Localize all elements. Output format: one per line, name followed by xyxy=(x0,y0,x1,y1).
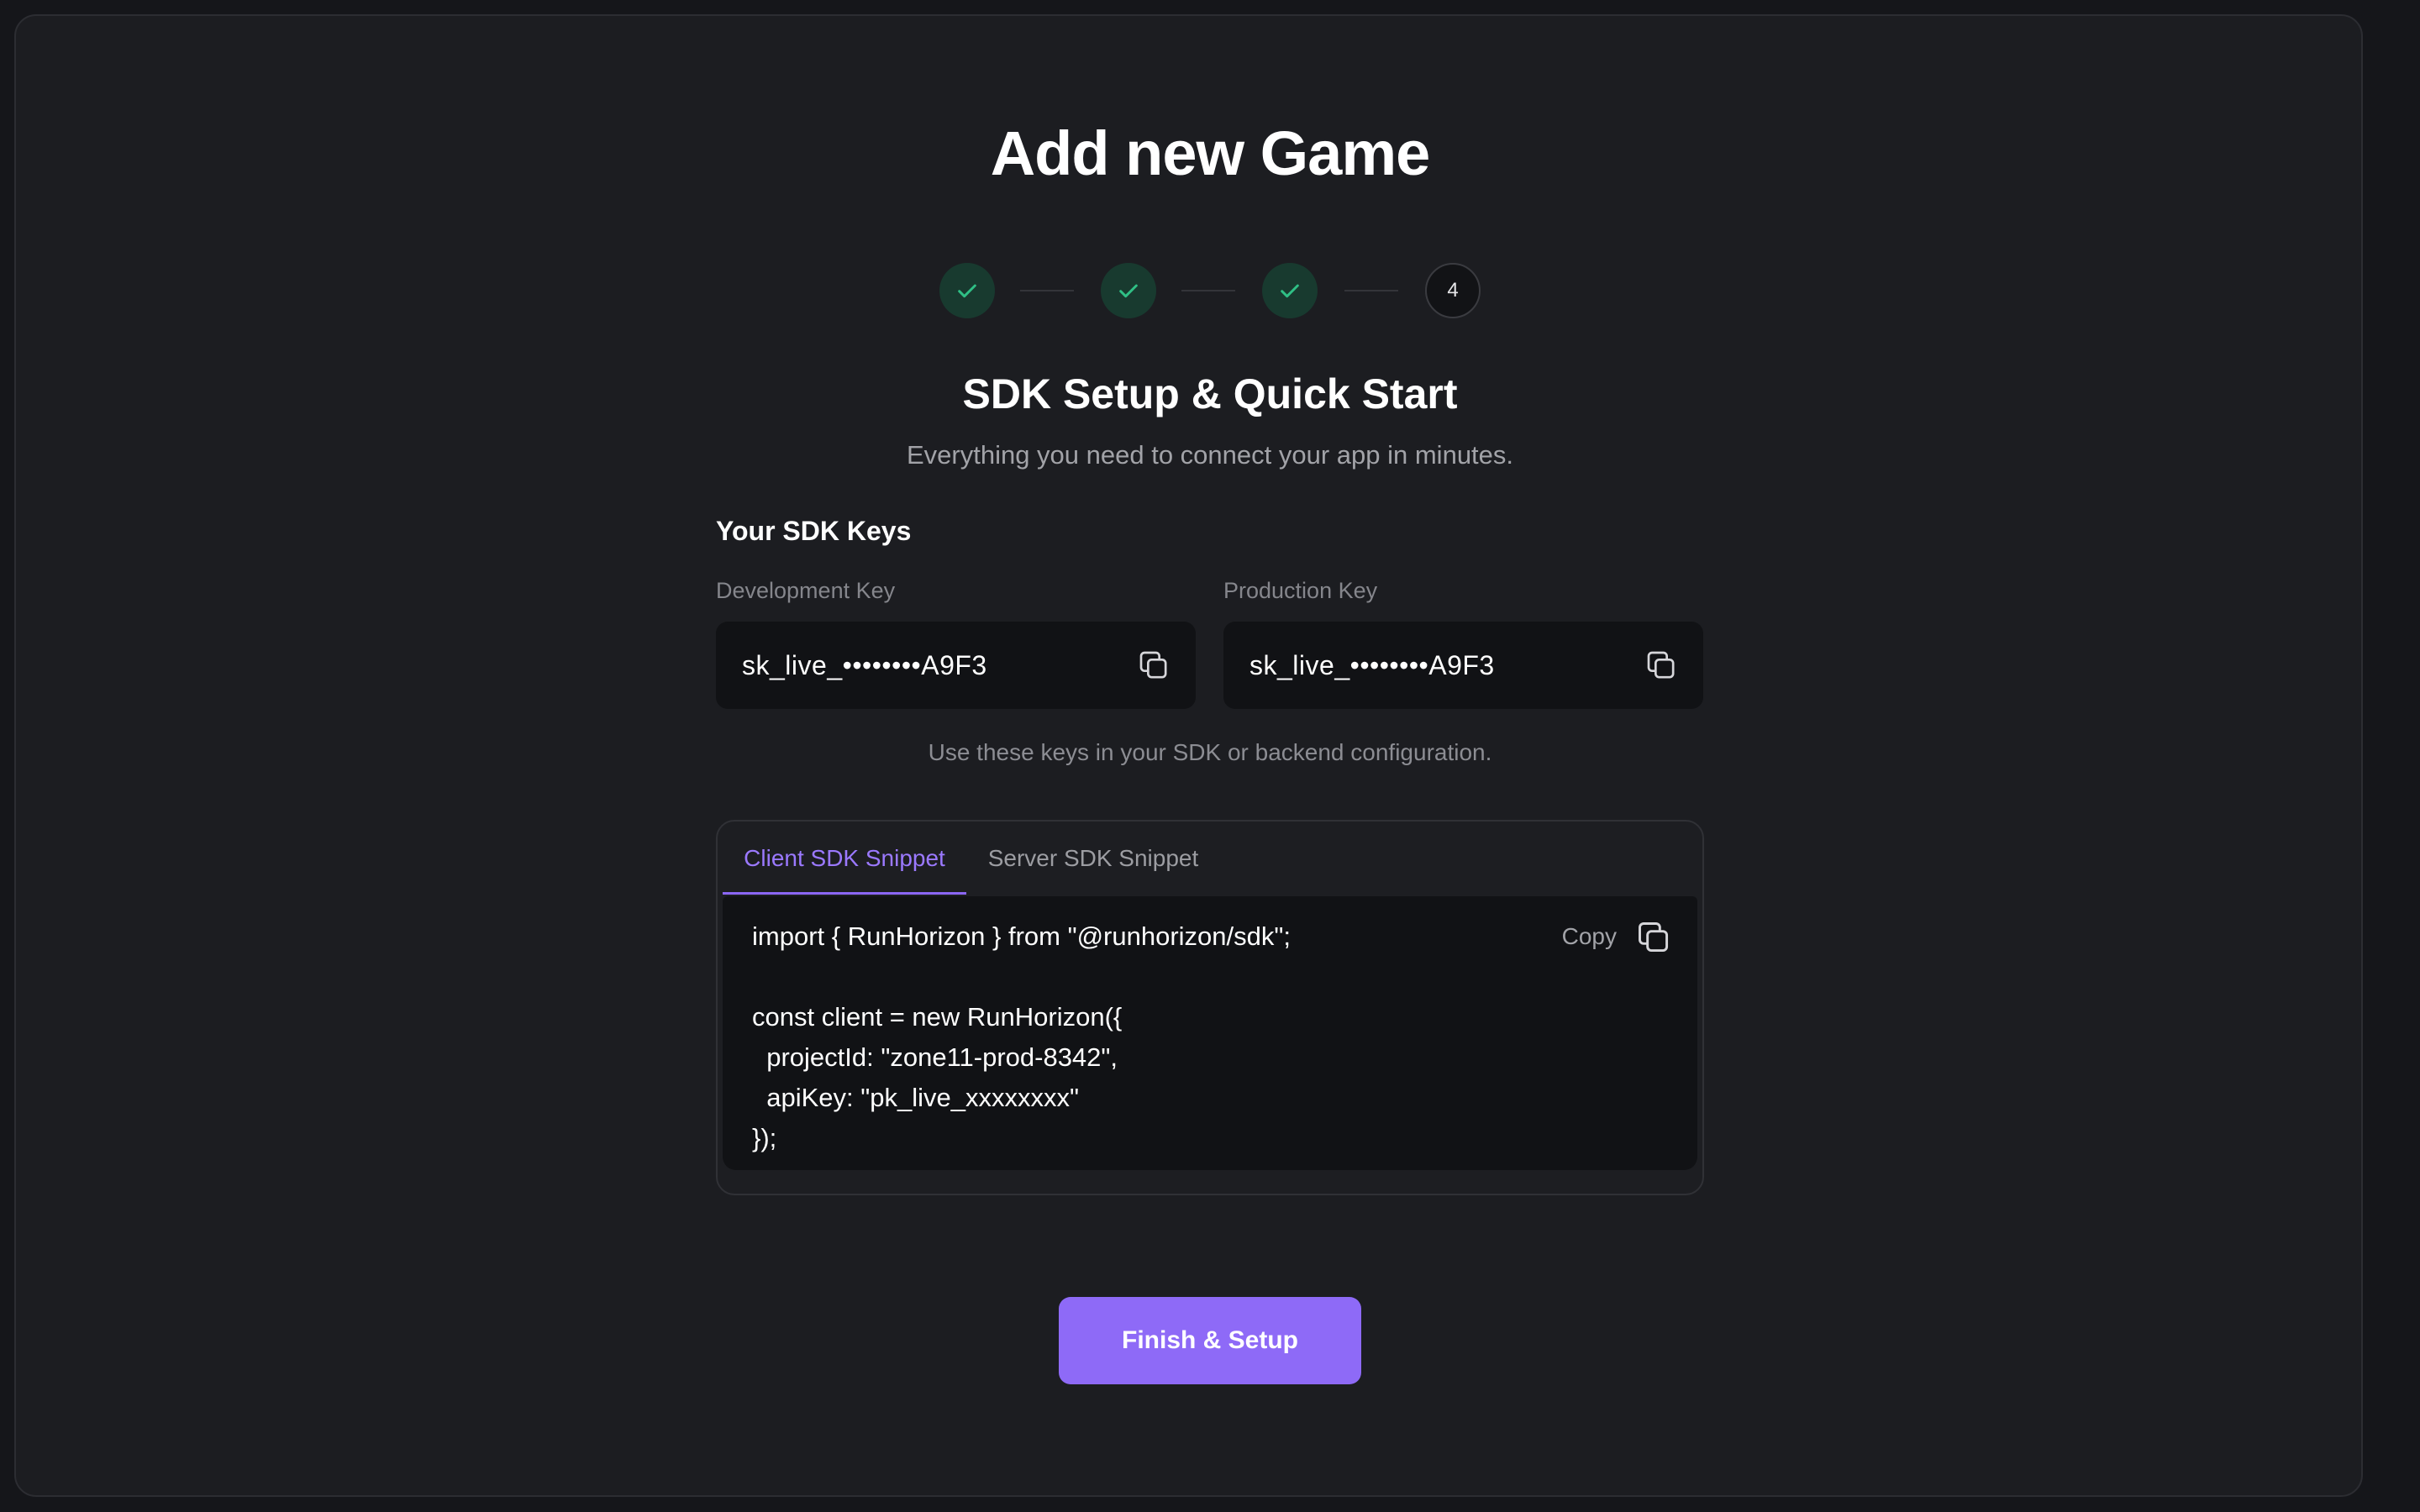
production-key-field: sk_live_••••••••A9F3 xyxy=(1223,622,1703,709)
code-block: import { RunHorizon } from "@runhorizon/… xyxy=(723,896,1697,1170)
check-icon xyxy=(1281,284,1299,298)
step-connector xyxy=(1181,290,1235,291)
production-key-value: sk_live_••••••••A9F3 xyxy=(1249,649,1495,680)
stepper: 4 xyxy=(939,263,1481,318)
step-connector xyxy=(1344,290,1398,291)
tab-server-sdk-snippet[interactable]: Server SDK Snippet xyxy=(966,822,1220,895)
development-key-value: sk_live_••••••••A9F3 xyxy=(742,649,987,680)
copy-code-button[interactable]: Copy xyxy=(1562,923,1617,950)
code-line: }); xyxy=(752,1123,777,1152)
section-title: SDK Setup & Quick Start xyxy=(962,370,1458,417)
copy-icon[interactable] xyxy=(1644,648,1678,682)
code-line: apiKey: "pk_live_xxxxxxxx" xyxy=(752,1083,1079,1112)
development-key-field: sk_live_••••••••A9F3 xyxy=(716,622,1196,709)
active-tab-indicator xyxy=(723,892,966,895)
step-1-complete xyxy=(939,263,995,318)
step-connector xyxy=(1020,290,1074,291)
tab-client-sdk-snippet[interactable]: Client SDK Snippet xyxy=(723,822,966,895)
code-line: import { RunHorizon } from "@runhorizon/… xyxy=(752,921,1292,951)
step-2-complete xyxy=(1101,263,1156,318)
section-subtitle: Everything you need to connect your app … xyxy=(906,440,1514,470)
code-snippet-panel: Client SDK Snippet Server SDK Snippet im… xyxy=(716,820,1704,1195)
code-line: const client = new RunHorizon({ xyxy=(752,1002,1123,1032)
code-line: projectId: "zone11-prod-8342", xyxy=(752,1042,1118,1072)
page-title: Add new Game xyxy=(990,118,1431,188)
step-3-complete xyxy=(1262,263,1318,318)
production-key-label: Production Key xyxy=(1223,578,1378,603)
finish-setup-button[interactable]: Finish & Setup xyxy=(1059,1297,1361,1384)
check-icon xyxy=(958,284,976,298)
copy-icon[interactable] xyxy=(1635,919,1672,956)
copy-icon[interactable] xyxy=(1137,648,1171,682)
development-key-label: Development Key xyxy=(716,578,896,603)
step-4-current: 4 xyxy=(1425,263,1481,318)
check-icon xyxy=(1119,284,1138,298)
sdk-keys-heading: Your SDK Keys xyxy=(716,516,912,546)
keys-hint: Use these keys in your SDK or backend co… xyxy=(928,739,1492,765)
